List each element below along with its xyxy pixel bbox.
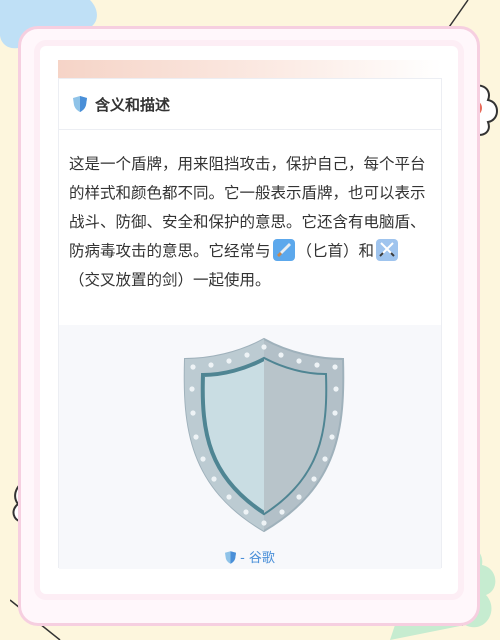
description-text: 这是一个盾牌，用来阻挡攻击，保护自己，每个平台的样式和颜色都不同。它一般表示盾牌… <box>59 130 441 295</box>
header-band <box>58 60 442 80</box>
crossed-swords-emoji-icon[interactable] <box>376 239 399 261</box>
description-part-2: （匕首）和 <box>296 242 375 260</box>
description-part-3: （交叉放置的剑）一起使用。 <box>69 271 271 289</box>
image-caption[interactable]: - 谷歌 <box>59 547 441 566</box>
meaning-card: 含义和描述 这是一个盾牌，用来阻挡攻击，保护自己，每个平台的样式和颜色都不同。它… <box>58 78 442 569</box>
card-title: 含义和描述 <box>95 95 171 114</box>
shield-emoji-image-icon <box>183 337 345 533</box>
shield-icon <box>225 551 237 564</box>
caption-text[interactable]: - 谷歌 <box>240 551 275 566</box>
card-header: 含义和描述 <box>59 79 441 130</box>
emoji-image-panel: - 谷歌 <box>59 325 441 569</box>
dagger-emoji-icon[interactable] <box>272 239 295 261</box>
shield-icon <box>73 96 87 112</box>
